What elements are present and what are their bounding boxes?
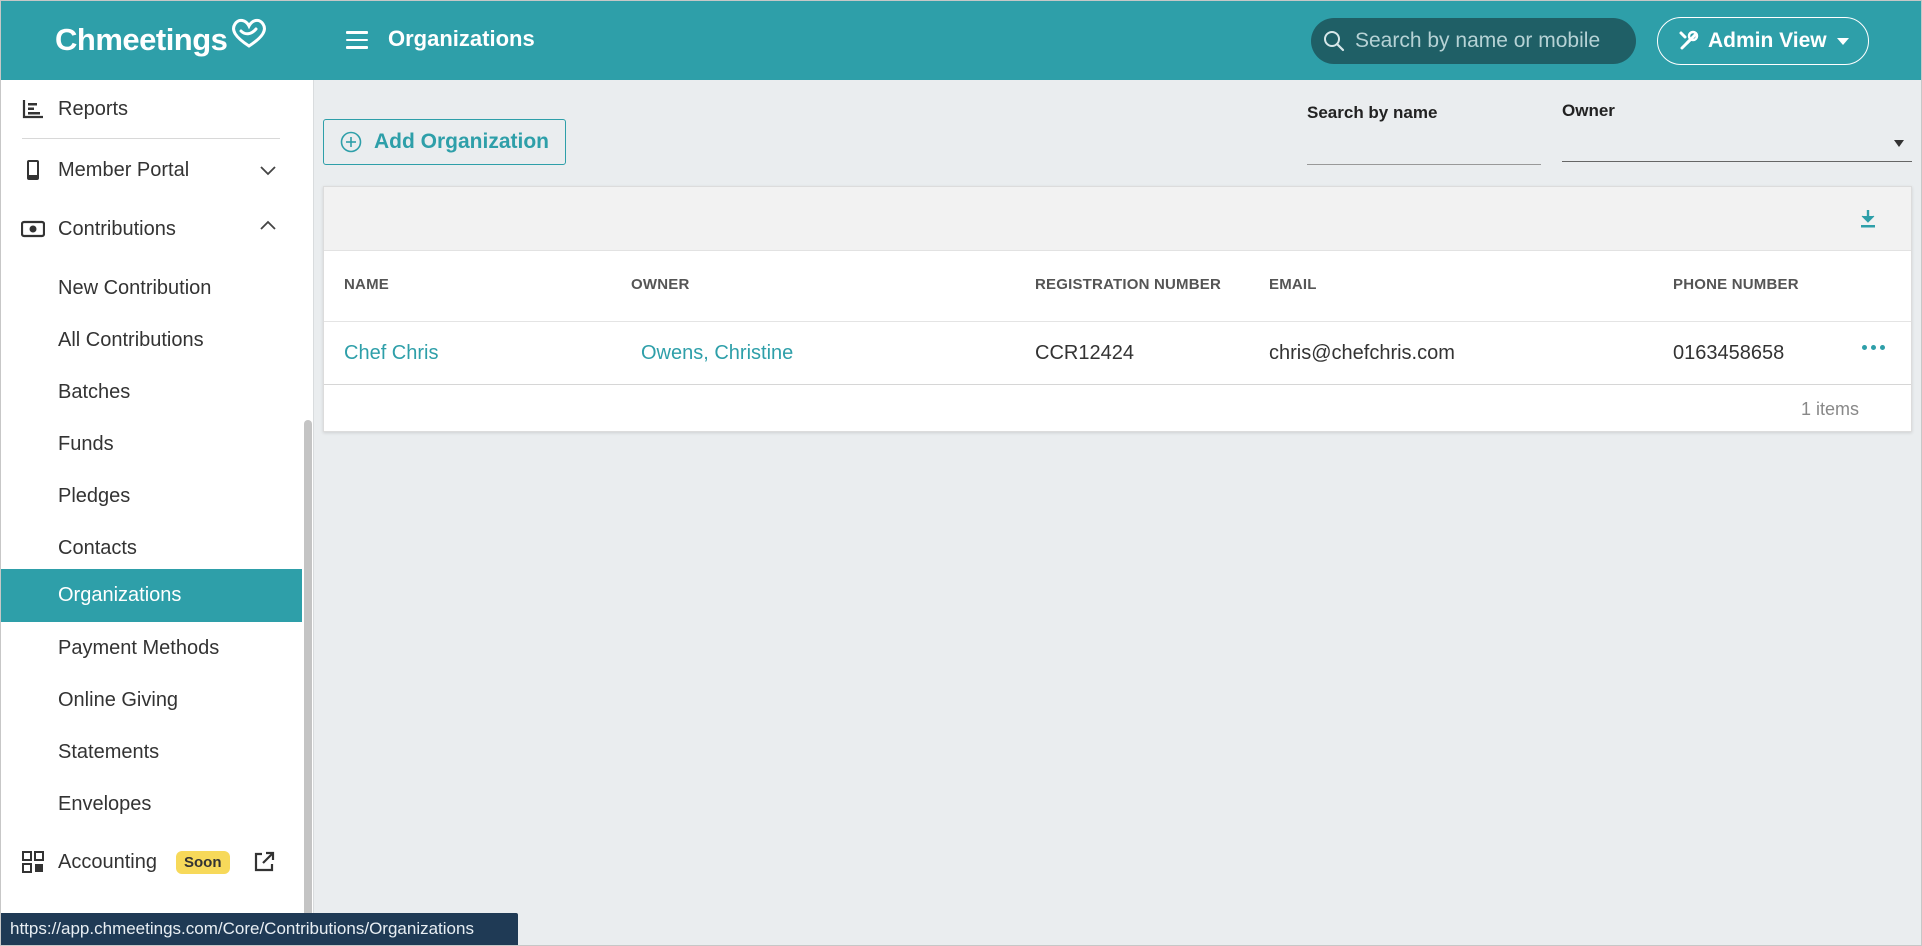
sidebar-item-accounting[interactable]: Accounting Soon bbox=[0, 836, 302, 888]
sidebar-item-label: Reports bbox=[58, 97, 129, 120]
sidebar-item-batches[interactable]: Batches bbox=[0, 366, 302, 418]
owner-link[interactable]: Owens, Christine bbox=[641, 342, 793, 365]
phone-icon bbox=[21, 158, 45, 182]
add-organization-button[interactable]: Add Organization bbox=[323, 119, 566, 165]
owner-select[interactable] bbox=[1562, 126, 1912, 162]
sidebar-item-label: New Contribution bbox=[58, 276, 212, 299]
column-header-phone-number[interactable]: PHONE NUMBER bbox=[1673, 276, 1799, 293]
sidebar-item-label: Funds bbox=[58, 432, 114, 455]
sidebar-item-label: Statements bbox=[58, 740, 160, 763]
sidebar-item-organizations[interactable]: Organizations bbox=[0, 569, 302, 622]
tools-icon bbox=[1679, 30, 1699, 50]
sidebar-item-label: Contacts bbox=[58, 536, 137, 559]
sidebar-item-label: Organizations bbox=[58, 584, 182, 606]
search-icon bbox=[1324, 31, 1345, 52]
sidebar-item-funds[interactable]: Funds bbox=[0, 418, 302, 470]
sidebar-divider bbox=[22, 138, 280, 139]
search-by-name-input[interactable] bbox=[1307, 131, 1541, 165]
sidebar-item-label: Contributions bbox=[58, 217, 176, 240]
download-icon[interactable] bbox=[1859, 209, 1877, 229]
brand-logo[interactable]: Chmeetings bbox=[55, 18, 269, 62]
heart-logo-icon bbox=[232, 18, 267, 48]
sidebar-item-reports[interactable]: Reports bbox=[0, 88, 302, 130]
header-divider bbox=[324, 321, 1911, 322]
sidebar-scrollbar-thumb[interactable] bbox=[304, 420, 312, 934]
sidebar-item-contacts[interactable]: Contacts bbox=[0, 522, 302, 574]
money-icon bbox=[21, 217, 45, 241]
column-header-email[interactable]: EMAIL bbox=[1269, 276, 1317, 293]
caret-down-icon bbox=[1836, 37, 1849, 45]
chevron-down-icon bbox=[260, 166, 276, 176]
apps-icon bbox=[21, 850, 45, 874]
sidebar-item-contributions[interactable]: Contributions bbox=[0, 208, 302, 250]
sidebar-item-payment-methods[interactable]: Payment Methods bbox=[0, 622, 302, 674]
row-more-options-icon[interactable] bbox=[1862, 345, 1885, 350]
row-divider bbox=[324, 384, 1911, 385]
sidebar-item-all-contributions[interactable]: All Contributions bbox=[0, 314, 302, 366]
soon-badge: Soon bbox=[176, 850, 230, 874]
caret-down-icon bbox=[1894, 140, 1904, 147]
hamburger-menu-icon[interactable] bbox=[346, 26, 374, 54]
external-link-icon[interactable] bbox=[252, 850, 276, 874]
add-organization-label: Add Organization bbox=[374, 130, 549, 153]
sidebar-item-label: Member Portal bbox=[58, 158, 190, 181]
sidebar-item-new-contribution[interactable]: New Contribution bbox=[0, 262, 302, 314]
email-cell: chris@chefchris.com bbox=[1269, 342, 1455, 364]
registration-number-cell: CCR12424 bbox=[1035, 342, 1134, 364]
column-header-name[interactable]: NAME bbox=[344, 276, 389, 293]
page-title: Organizations bbox=[388, 26, 535, 51]
top-header: Chmeetings Organizations Admin View bbox=[0, 0, 1922, 80]
column-header-registration-number[interactable]: REGISTRATION NUMBER bbox=[1035, 276, 1221, 293]
organizations-table: NAME OWNER REGISTRATION NUMBER EMAIL PHO… bbox=[323, 186, 1912, 432]
chevron-up-icon bbox=[260, 220, 276, 230]
sidebar-item-statements[interactable]: Statements bbox=[0, 726, 302, 778]
plus-circle-icon bbox=[340, 131, 362, 153]
organization-name-link[interactable]: Chef Chris bbox=[344, 342, 438, 365]
items-count: 1 items bbox=[1800, 399, 1859, 419]
sidebar-item-online-giving[interactable]: Online Giving bbox=[0, 674, 302, 726]
table-toolbar bbox=[324, 187, 1911, 251]
sidebar-item-label: Envelopes bbox=[58, 792, 152, 815]
global-search[interactable] bbox=[1311, 18, 1636, 64]
sidebar-item-label: Batches bbox=[58, 380, 131, 403]
bar-chart-icon bbox=[21, 97, 45, 121]
column-header-owner[interactable]: OWNER bbox=[631, 276, 690, 293]
sidebar-item-label: Accounting bbox=[58, 850, 157, 873]
sidebar-item-envelopes[interactable]: Envelopes bbox=[0, 778, 302, 830]
sidebar-item-pledges[interactable]: Pledges bbox=[0, 470, 302, 522]
search-by-name-label: Search by name bbox=[1307, 103, 1438, 122]
sidebar-item-label: All Contributions bbox=[58, 328, 204, 351]
phone-number-cell: 0163458658 bbox=[1673, 342, 1785, 364]
sidebar-item-label: Pledges bbox=[58, 484, 131, 507]
owner-filter-label: Owner bbox=[1562, 101, 1615, 120]
sidebar-item-label: Online Giving bbox=[58, 688, 179, 711]
sidebar-item-label: Payment Methods bbox=[58, 636, 220, 659]
admin-view-label: Admin View bbox=[1708, 29, 1827, 52]
status-bar-url: https://app.chmeetings.com/Core/Contribu… bbox=[0, 913, 518, 946]
brand-name: Chmeetings bbox=[55, 22, 228, 57]
admin-view-dropdown[interactable]: Admin View bbox=[1657, 17, 1869, 65]
global-search-input[interactable] bbox=[1355, 29, 1625, 53]
sidebar-item-member-portal[interactable]: Member Portal bbox=[0, 149, 302, 191]
sidebar: Reports Member Portal Contributions New … bbox=[0, 80, 314, 946]
